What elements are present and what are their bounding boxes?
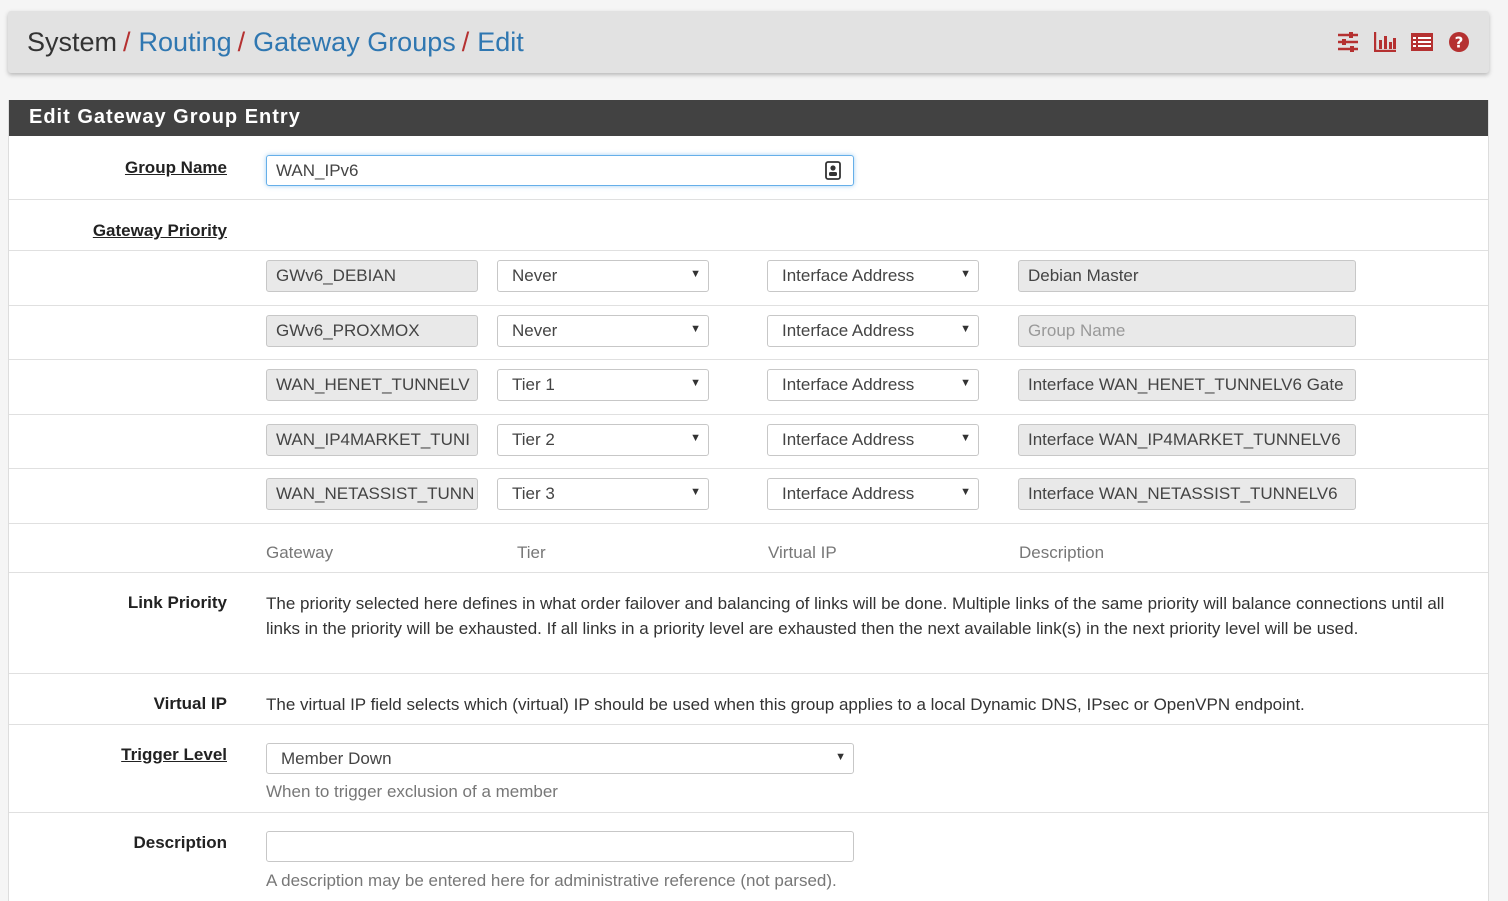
virtual-ip-row: Virtual IP The virtual IP field selects … (9, 674, 1488, 725)
chevron-down-icon: ▼ (960, 377, 971, 389)
bar-chart-icon[interactable] (1373, 31, 1397, 53)
chevron-down-icon: ▼ (690, 486, 701, 498)
virtual-ip-value: Interface Address (782, 375, 915, 394)
gateway-priority-label[interactable]: Gateway Priority (93, 221, 227, 241)
contact-card-icon[interactable] (825, 161, 841, 185)
gateway-name-field: WAN_IP4MARKET_TUNI (266, 424, 478, 456)
help-icon[interactable]: ? (1447, 31, 1471, 53)
description-input[interactable] (266, 831, 854, 862)
group-name-row: Group Name WAN_IPv6 (9, 136, 1488, 200)
svg-text:?: ? (1455, 34, 1464, 52)
gateway-name-field: WAN_HENET_TUNNELV (266, 369, 478, 401)
trigger-level-help: When to trigger exclusion of a member (266, 782, 558, 801)
column-header-tier: Tier (517, 543, 546, 562)
gateway-description-field: Interface WAN_HENET_TUNNELV6 Gate (1018, 369, 1356, 401)
tier-value: Tier 1 (512, 375, 555, 394)
description-label: Description (133, 833, 227, 852)
virtual-ip-select[interactable]: Interface Address ▼ (767, 260, 979, 292)
virtual-ip-select[interactable]: Interface Address ▼ (767, 424, 979, 456)
virtual-ip-label: Virtual IP (153, 694, 227, 713)
gateway-description-placeholder: Group Name (1018, 315, 1356, 347)
virtual-ip-select[interactable]: Interface Address ▼ (767, 369, 979, 401)
breadcrumb-system: System (27, 27, 118, 57)
breadcrumb-gateway-groups-link[interactable]: Gateway Groups (253, 27, 456, 57)
tier-select[interactable]: Tier 1 ▼ (497, 369, 709, 401)
chevron-down-icon: ▼ (960, 323, 971, 335)
sliders-icon[interactable] (1336, 31, 1360, 53)
page-header: System / Routing / Gateway Groups / Edit ? (8, 11, 1489, 73)
column-header-virtual-ip: Virtual IP (768, 543, 837, 562)
gateway-row: WAN_IP4MARKET_TUNI Tier 2 ▼ Interface Add… (9, 415, 1488, 469)
gateway-description-field: Interface WAN_IP4MARKET_TUNNELV6 (1018, 424, 1356, 456)
trigger-level-select[interactable]: Member Down ▼ (266, 743, 854, 774)
chevron-down-icon: ▼ (960, 432, 971, 444)
edit-gateway-group-panel: Edit Gateway Group Entry Group Name WAN_… (8, 100, 1489, 901)
group-name-value: WAN_IPv6 (276, 161, 359, 180)
virtual-ip-select[interactable]: Interface Address ▼ (767, 478, 979, 510)
link-priority-row: Link Priority The priority selected here… (9, 573, 1488, 674)
trigger-level-row: Trigger Level Member Down ▼ When to trigg… (9, 725, 1488, 813)
column-header-description: Description (1019, 543, 1105, 562)
tier-select[interactable]: Never ▼ (497, 260, 709, 292)
breadcrumb-separator: / (123, 27, 131, 57)
group-name-label[interactable]: Group Name (125, 158, 227, 178)
tier-value: Tier 2 (512, 430, 555, 449)
breadcrumb-edit-link[interactable]: Edit (477, 27, 524, 57)
gateway-priority-row: Gateway Priority (9, 200, 1488, 251)
breadcrumb-separator: / (461, 27, 470, 57)
tier-value: Tier 3 (512, 484, 555, 503)
chevron-down-icon: ▼ (690, 377, 701, 389)
link-priority-text: The priority selected here defines in wh… (266, 594, 1445, 638)
virtual-ip-value: Interface Address (782, 430, 915, 449)
description-help: A description may be entered here for ad… (266, 871, 837, 890)
chevron-down-icon: ▼ (960, 486, 971, 498)
tier-select[interactable]: Tier 2 ▼ (497, 424, 709, 456)
gateway-column-headers: Gateway Tier Virtual IP Description (9, 524, 1488, 573)
tier-select[interactable]: Tier 3 ▼ (497, 478, 709, 510)
gateway-description-field: Debian Master (1018, 260, 1356, 292)
header-icon-bar: ? (1336, 31, 1471, 53)
gateway-name-field: WAN_NETASSIST_TUNN (266, 478, 478, 510)
gateway-name-field: GWv6_PROXMOX (266, 315, 478, 347)
link-priority-label: Link Priority (127, 593, 227, 612)
gateway-row: WAN_HENET_TUNNELV Tier 1 ▼ Interface Addr… (9, 360, 1488, 415)
tier-select[interactable]: Never ▼ (497, 315, 709, 347)
gateway-description-field: Interface WAN_NETASSIST_TUNNELV6 (1018, 478, 1356, 510)
chevron-down-icon: ▼ (690, 268, 701, 280)
virtual-ip-select[interactable]: Interface Address ▼ (767, 315, 979, 347)
breadcrumb: System / Routing / Gateway Groups / Edit (27, 27, 524, 58)
chevron-down-icon: ▼ (835, 751, 846, 763)
panel-title: Edit Gateway Group Entry (9, 100, 1488, 136)
trigger-level-label[interactable]: Trigger Level (121, 745, 227, 765)
trigger-level-value: Member Down (281, 749, 392, 768)
virtual-ip-value: Interface Address (782, 266, 915, 285)
description-row: Description A description may be entered… (9, 813, 1488, 901)
breadcrumb-separator: / (237, 27, 246, 57)
column-header-gateway: Gateway (266, 543, 334, 562)
gateway-row: WAN_NETASSIST_TUNN Tier 3 ▼ Interface Add… (9, 469, 1488, 524)
gateway-row: GWv6_DEBIAN Never ▼ Interface Address ▼ De… (9, 251, 1488, 306)
virtual-ip-value: Interface Address (782, 321, 915, 340)
virtual-ip-value: Interface Address (782, 484, 915, 503)
gateway-name-field: GWv6_DEBIAN (266, 260, 478, 292)
breadcrumb-routing-link[interactable]: Routing (139, 27, 232, 57)
log-list-icon[interactable] (1410, 31, 1434, 53)
chevron-down-icon: ▼ (690, 432, 701, 444)
virtual-ip-text: The virtual IP field selects which (virt… (266, 695, 1305, 714)
chevron-down-icon: ▼ (960, 268, 971, 280)
gateway-row: GWv6_PROXMOX Never ▼ Interface Address ▼ G… (9, 306, 1488, 360)
chevron-down-icon: ▼ (690, 323, 701, 335)
group-name-input[interactable]: WAN_IPv6 (266, 155, 854, 186)
tier-value: Never (512, 266, 558, 285)
tier-value: Never (512, 321, 558, 340)
